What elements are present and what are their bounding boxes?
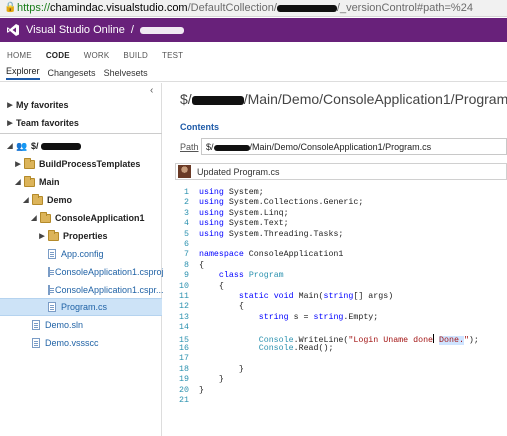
path-field[interactable]: $//Main/Demo/ConsoleApplication1/Program… (201, 138, 507, 155)
code-line: 8{ (184, 260, 204, 270)
expand-icon[interactable]: ▶ (14, 160, 22, 168)
commit-message: Updated Program.cs (197, 166, 280, 177)
code-viewer[interactable]: 1 using System; 2 using System.Collections… (175, 188, 507, 436)
file-icon (48, 267, 54, 277)
tree-section-my-favorites[interactable]: ▶ My favorites (0, 96, 162, 114)
file-icon (32, 338, 40, 348)
code-line: 15 Console.WriteLine("Login Uname done D… (179, 333, 479, 345)
product-header: Visual Studio Online / (0, 18, 507, 42)
hub-nav: HOME CODE WORK BUILD TEST (0, 46, 507, 64)
folder-icon (40, 211, 51, 223)
expand-icon[interactable]: ▶ (38, 232, 46, 240)
folder-icon (24, 175, 35, 187)
file-icon (48, 249, 56, 259)
collapse-icon[interactable]: ◢ (22, 196, 30, 204)
code-line: 1 using System; (184, 188, 264, 197)
folder-icon (24, 157, 35, 169)
code-line: 7 namespace ConsoleApplication1 (184, 250, 344, 260)
latest-commit-bar[interactable]: Updated Program.cs (175, 163, 507, 180)
hub-home[interactable]: HOME (7, 51, 32, 60)
file-icon (32, 320, 40, 330)
tab-contents[interactable]: Contents (180, 122, 219, 132)
redacted-text (191, 95, 244, 105)
tree-folder-main[interactable]: ◢ Main (0, 173, 162, 191)
code-line: 11 static void Main(string[] args) (179, 292, 394, 301)
tree-file-app-config[interactable]: App.config (0, 245, 162, 263)
tree-folder-properties[interactable]: ▶ Properties (0, 227, 162, 245)
collapse-icon[interactable]: ◢ (14, 178, 22, 186)
redacted-text (276, 4, 337, 12)
code-line: 21 (179, 396, 189, 405)
browser-address-bar[interactable]: 🔒 https://chamindac.visualstudio.com/Def… (0, 0, 507, 17)
code-line: 20} (179, 385, 204, 395)
code-line: 16 Console.Read(); (179, 344, 334, 353)
tree-file-cspr-truncated[interactable]: ConsoleApplication1.cspr... (0, 281, 164, 299)
code-line: 17 (179, 354, 189, 364)
code-line: 12 { (179, 302, 244, 312)
tree-section-team-favorites[interactable]: ▶ Team favorites (0, 114, 162, 132)
tree-file-program-cs[interactable]: Program.cs (0, 298, 162, 316)
code-line: 13 string s = string.Empty; (179, 312, 379, 322)
tree-file-demo-vssscc[interactable]: Demo.vssscc (0, 334, 162, 352)
url-text[interactable]: https://chamindac.visualstudio.com/Defau… (17, 2, 473, 14)
tree-folder-buildprocesstemplates[interactable]: ▶ BuildProcessTemplates (0, 155, 162, 173)
sub-nav: Explorer Changesets Shelvesets (0, 64, 507, 82)
redacted-text (40, 142, 81, 150)
text-cursor (433, 333, 435, 343)
tab-changesets[interactable]: Changesets (48, 68, 96, 78)
code-line: 18 } (179, 364, 244, 374)
code-line: 19 } (179, 375, 224, 385)
tree-divider (0, 133, 162, 134)
code-line: 4 using System.Text; (184, 219, 289, 229)
hub-build[interactable]: BUILD (123, 51, 148, 60)
code-line: 5 using System.Threading.Tasks; (184, 229, 344, 239)
collapse-pane-icon[interactable]: ‹ (150, 85, 153, 96)
redacted-project (139, 26, 184, 34)
code-line: 9 class Program (184, 271, 284, 281)
collapse-icon[interactable]: ◢ (30, 214, 38, 222)
file-icon (48, 285, 54, 295)
lock-icon: 🔒 (4, 2, 17, 13)
code-line: 2 using System.Collections.Generic; (184, 198, 364, 208)
file-icon (48, 302, 56, 312)
tree-folder-demo[interactable]: ◢ Demo (0, 191, 162, 209)
tree-file-csproj[interactable]: ConsoleApplication1.csproj (0, 263, 164, 281)
path-label: Path (180, 142, 199, 152)
tree-root[interactable]: ◢ 👥 $/ (0, 137, 162, 155)
file-breadcrumb: $//Main/Demo/ConsoleApplication1/Program… (180, 91, 507, 107)
expand-icon[interactable]: ▶ (6, 101, 14, 109)
collapse-icon[interactable]: ◢ (6, 142, 14, 150)
header-separator: / (130, 24, 134, 36)
hub-work[interactable]: WORK (84, 51, 110, 60)
tree-file-demo-sln[interactable]: Demo.sln (0, 316, 162, 334)
code-line: 14 (179, 323, 189, 333)
code-line: 6 (184, 240, 189, 249)
tab-explorer[interactable]: Explorer (6, 66, 40, 80)
team-project-icon: 👥 (16, 140, 28, 151)
expand-icon[interactable]: ▶ (6, 119, 14, 127)
folder-icon (48, 229, 59, 241)
hub-code[interactable]: CODE (46, 51, 70, 60)
tree-folder-consoleapplication1[interactable]: ◢ ConsoleApplication1 (0, 209, 162, 227)
redacted-text (213, 144, 250, 151)
product-title[interactable]: Visual Studio Online (26, 24, 125, 36)
folder-icon (32, 193, 43, 205)
code-line: 10 { (179, 281, 224, 291)
tab-shelvesets[interactable]: Shelvesets (104, 68, 148, 78)
avatar (178, 165, 191, 178)
visual-studio-logo-icon[interactable] (6, 23, 20, 37)
code-line: 3 using System.Linq; (184, 208, 289, 218)
hub-test[interactable]: TEST (162, 51, 183, 60)
